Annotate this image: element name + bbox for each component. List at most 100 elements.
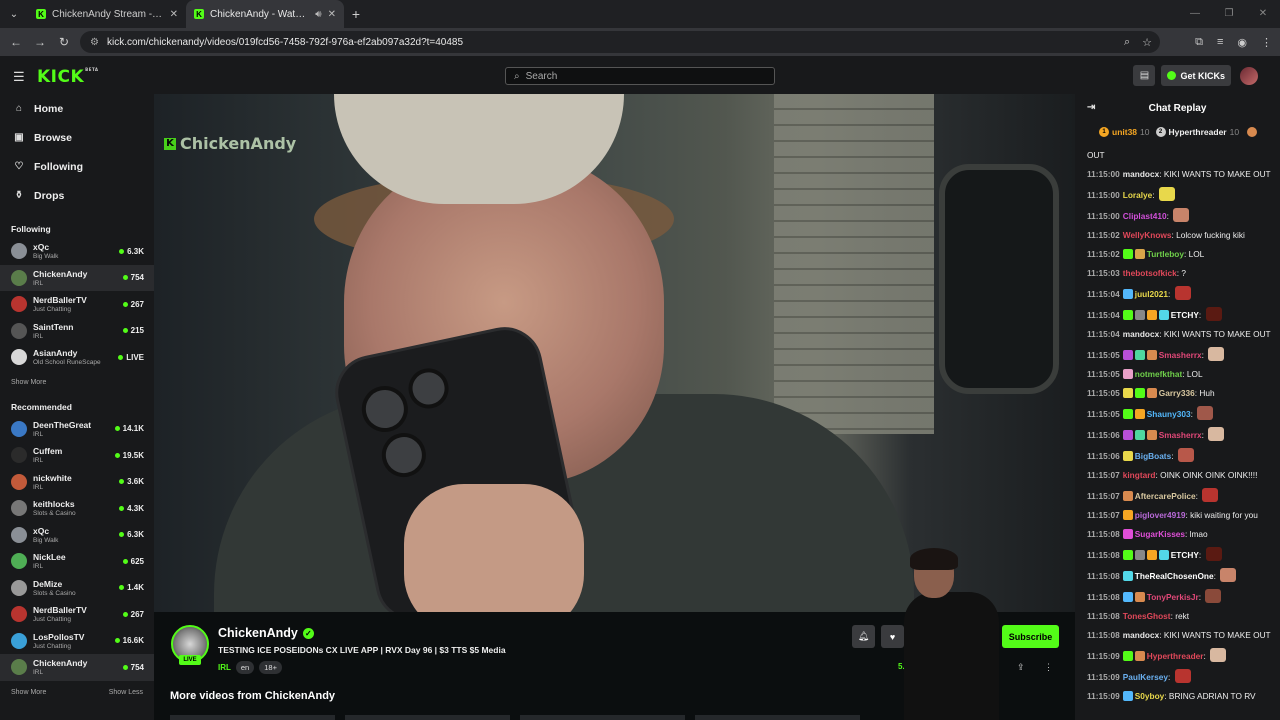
- collapse-chat-icon[interactable]: ⇥: [1087, 102, 1095, 113]
- chat-badge-icon[interactable]: [1122, 571, 1133, 581]
- site-info-icon[interactable]: ⚙︎: [90, 37, 99, 48]
- chat-badge-icon[interactable]: [1122, 451, 1133, 461]
- close-window-icon[interactable]: ✕: [1246, 0, 1280, 28]
- chat-emote-icon[interactable]: [1202, 488, 1219, 502]
- chat-username[interactable]: WellyKnows: [1123, 230, 1172, 240]
- chat-badge-icon[interactable]: [1122, 369, 1133, 379]
- chat-username[interactable]: mandocx: [1123, 329, 1159, 339]
- notify-bell-button[interactable]: 🔔︎: [852, 625, 875, 648]
- following-channel-2[interactable]: NerdBallerTV Just Chatting 267: [0, 291, 154, 318]
- chat-badge-icon[interactable]: [1122, 409, 1133, 419]
- reload-icon[interactable]: ↻: [52, 35, 76, 49]
- recommended-channel-6[interactable]: DeMize Slots & Casino 1.4K: [0, 575, 154, 602]
- chat-badge-icon[interactable]: [1122, 510, 1133, 520]
- recommended-channel-2[interactable]: nickwhite IRL 3.6K: [0, 469, 154, 496]
- gifter-1[interactable]: 1 unit38 10: [1099, 127, 1150, 137]
- chat-emote-icon[interactable]: [1205, 589, 1222, 603]
- chat-username[interactable]: ETCHY: [1171, 550, 1199, 560]
- chat-emote-icon[interactable]: [1197, 406, 1214, 420]
- chat-badge-icon[interactable]: [1146, 350, 1157, 360]
- chat-badge-icon[interactable]: [1134, 550, 1145, 560]
- recommended-channel-3[interactable]: keithlocks Slots & Casino 4.3K: [0, 495, 154, 522]
- category-link[interactable]: IRL: [218, 663, 231, 672]
- chat-username[interactable]: Smasherrx: [1159, 350, 1202, 360]
- chat-badge-icon[interactable]: [1122, 529, 1133, 539]
- nav-drops[interactable]: ⚱ Drops: [0, 181, 154, 210]
- following-channel-1[interactable]: ChickenAndy IRL 754: [0, 264, 154, 291]
- chat-emote-icon[interactable]: [1173, 208, 1190, 222]
- chat-username[interactable]: SugarKisses: [1135, 529, 1185, 539]
- chat-username[interactable]: Garry336: [1159, 388, 1195, 398]
- chat-username[interactable]: mandocx: [1123, 169, 1159, 179]
- recommended-channel-0[interactable]: DeenTheGreat IRL 14.1K: [0, 416, 154, 443]
- profile-icon[interactable]: ◉: [1237, 36, 1247, 49]
- recommended-channel-8[interactable]: LosPollosTV Just Chatting 16.6K: [0, 628, 154, 655]
- chat-badge-icon[interactable]: [1122, 651, 1133, 661]
- chat-badge-icon[interactable]: [1146, 550, 1157, 560]
- gifter-2[interactable]: 2 Hyperthreader 10: [1155, 127, 1239, 137]
- recommended-channel-1[interactable]: Cuffem IRL 19.5K: [0, 442, 154, 469]
- search-input[interactable]: ⌕ Search: [505, 67, 775, 85]
- chat-badge-icon[interactable]: [1158, 550, 1169, 560]
- chat-username[interactable]: Turtleboy: [1147, 249, 1184, 259]
- tab-search-icon[interactable]: ⌄: [0, 0, 28, 28]
- chat-emote-icon[interactable]: [1208, 347, 1225, 361]
- share-icon[interactable]: ⇪: [1017, 662, 1025, 673]
- recommended-channel-5[interactable]: NickLee IRL 625: [0, 548, 154, 575]
- tag-mature[interactable]: 18+: [259, 661, 282, 674]
- chat-username[interactable]: PaulKersey: [1123, 672, 1168, 682]
- recommended-channel-4[interactable]: xQc Big Walk 6.3K: [0, 522, 154, 549]
- nav-following[interactable]: ♡ Following: [0, 152, 154, 181]
- chat-username[interactable]: kingtard: [1123, 470, 1156, 480]
- chat-badge-icon[interactable]: [1134, 310, 1145, 320]
- show-less-recommended[interactable]: Show Less: [109, 689, 143, 696]
- more-options-icon[interactable]: ⋮: [1044, 662, 1053, 673]
- chat-badge-icon[interactable]: [1122, 592, 1133, 602]
- audio-icon[interactable]: 🔊︎: [315, 9, 321, 20]
- chat-username[interactable]: ETCHY: [1171, 310, 1199, 320]
- close-tab-icon[interactable]: ✕: [328, 9, 336, 20]
- chat-emote-icon[interactable]: [1208, 427, 1225, 441]
- nav-home[interactable]: ⌂ Home: [0, 94, 154, 123]
- chat-badge-icon[interactable]: [1122, 430, 1133, 440]
- browser-menu-icon[interactable]: ⋮: [1261, 36, 1272, 49]
- following-channel-0[interactable]: xQc Big Walk 6.3K: [0, 238, 154, 265]
- get-kicks-button[interactable]: Get KICKs: [1161, 65, 1231, 86]
- chat-username[interactable]: piglover4919: [1135, 510, 1186, 520]
- tag-language[interactable]: en: [235, 661, 255, 674]
- chat-username[interactable]: Hyperthreader: [1147, 651, 1204, 661]
- chat-badge-icon[interactable]: [1134, 388, 1145, 398]
- chat-badge-icon[interactable]: [1134, 651, 1145, 661]
- chat-username[interactable]: thebotsofkick: [1123, 268, 1177, 278]
- chat-badge-icon[interactable]: [1134, 350, 1145, 360]
- chat-username[interactable]: Smasherrx: [1159, 430, 1202, 440]
- chat-emote-icon[interactable]: [1177, 448, 1194, 462]
- chat-username[interactable]: mandocx: [1123, 630, 1159, 640]
- chat-badge-icon[interactable]: [1122, 249, 1133, 259]
- chat-badge-icon[interactable]: [1122, 491, 1133, 501]
- zoom-icon[interactable]: ⌕: [1124, 36, 1130, 49]
- chat-username[interactable]: notmefkthat: [1135, 369, 1182, 379]
- minimize-icon[interactable]: —: [1178, 0, 1212, 28]
- url-field[interactable]: ⚙︎ kick.com/chickenandy/videos/019fcd56-…: [80, 31, 1160, 53]
- following-channel-3[interactable]: SaintTenn IRL 215: [0, 318, 154, 345]
- chat-username[interactable]: juul2021: [1135, 289, 1168, 299]
- browser-tab-1[interactable]: K ChickenAndy Stream - Watch Li ✕: [28, 0, 186, 28]
- chat-username[interactable]: Cliplast410: [1123, 211, 1167, 221]
- show-more-following[interactable]: Show More: [11, 379, 46, 386]
- chat-badge-icon[interactable]: [1158, 310, 1169, 320]
- nav-browse[interactable]: ▣ Browse: [0, 123, 154, 152]
- back-icon[interactable]: ←: [4, 35, 28, 49]
- channel-name[interactable]: ChickenAndy ✓: [218, 626, 314, 640]
- chat-badge-icon[interactable]: [1134, 249, 1145, 259]
- recommended-channel-7[interactable]: NerdBallerTV Just Chatting 267: [0, 601, 154, 628]
- chat-username[interactable]: TonesGhost: [1123, 611, 1171, 621]
- media-icon[interactable]: ≡: [1217, 36, 1223, 48]
- new-tab-button[interactable]: +: [344, 6, 368, 22]
- chat-username[interactable]: Loralye: [1123, 190, 1153, 200]
- chat-badge-icon[interactable]: [1122, 350, 1133, 360]
- chat-badge-icon[interactable]: [1146, 430, 1157, 440]
- chat-emote-icon[interactable]: [1174, 669, 1191, 683]
- kick-logo[interactable]: KICKBETA: [37, 67, 98, 87]
- chat-emote-icon[interactable]: [1220, 568, 1237, 582]
